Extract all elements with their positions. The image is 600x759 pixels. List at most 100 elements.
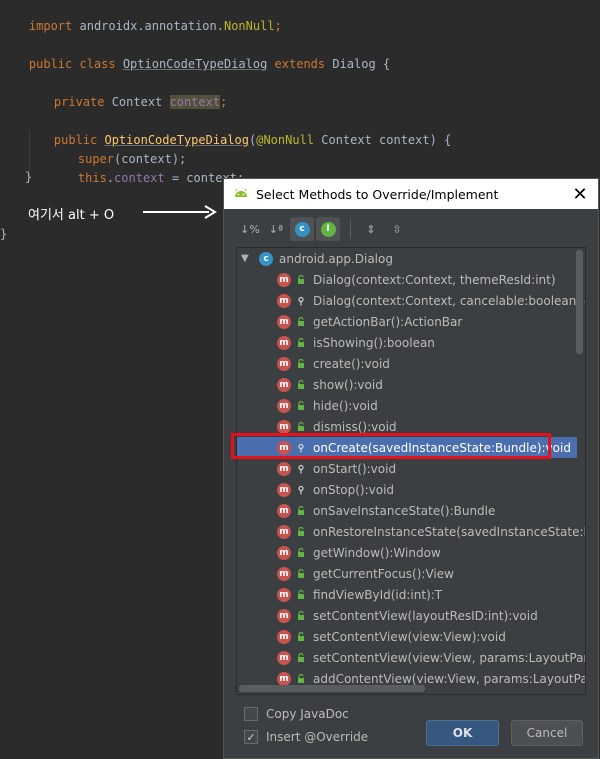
method-row[interactable]: m setContentView(layoutResID:int):void bbox=[237, 605, 577, 626]
insert-override-checkbox[interactable]: ✓ bbox=[244, 730, 258, 744]
keyword-private: private bbox=[53, 95, 112, 109]
method-label: setContentView(view:View):void bbox=[313, 629, 506, 644]
method-row[interactable]: m Dialog(context:Context, themeResId:int) bbox=[237, 269, 577, 290]
protected-visibility-icon bbox=[295, 463, 307, 475]
method-icon: m bbox=[277, 671, 291, 686]
field-context: context bbox=[169, 95, 221, 109]
public-visibility-icon bbox=[295, 421, 307, 433]
collapse-all-icon[interactable]: ⇳ bbox=[385, 217, 409, 241]
method-icon: m bbox=[277, 545, 291, 560]
method-icon: m bbox=[277, 314, 291, 329]
method-row[interactable]: m setContentView(view:View, params:Layout… bbox=[237, 647, 585, 668]
public-visibility-icon bbox=[295, 673, 307, 685]
method-label: onSaveInstanceState():Bundle bbox=[313, 503, 496, 518]
public-visibility-icon bbox=[295, 568, 307, 580]
method-row[interactable]: m Dialog(context:Context, cancelable:bool… bbox=[237, 290, 585, 311]
select-methods-dialog: Select Methods to Override/Implement ✕ ↓… bbox=[223, 178, 599, 759]
method-icon: m bbox=[277, 608, 291, 623]
method-icon: m bbox=[277, 293, 291, 308]
method-row[interactable]: m getActionBar():ActionBar bbox=[237, 311, 577, 332]
show-classes-icon[interactable]: c bbox=[290, 217, 314, 241]
method-icon: m bbox=[277, 482, 291, 497]
method-row[interactable]: m onStop():void bbox=[237, 479, 577, 500]
method-label: isShowing():boolean bbox=[313, 335, 435, 350]
method-icon: m bbox=[277, 629, 291, 644]
method-label: onStart():void bbox=[313, 461, 397, 476]
public-visibility-icon bbox=[295, 652, 307, 664]
method-label: setContentView(layoutResID:int):void bbox=[313, 608, 538, 623]
vertical-scrollbar[interactable] bbox=[576, 250, 583, 354]
method-label: addContentView(view:View, params:LayoutP… bbox=[313, 671, 586, 686]
dialog-titlebar[interactable]: Select Methods to Override/Implement ✕ bbox=[224, 179, 598, 209]
toolbar-separator bbox=[350, 219, 351, 239]
close-brace-class: } bbox=[0, 227, 8, 241]
method-label: getWindow():Window bbox=[313, 545, 441, 560]
type-context: Context bbox=[111, 95, 170, 109]
protected-visibility-icon bbox=[295, 484, 307, 496]
method-icon: m bbox=[277, 419, 291, 434]
method-row[interactable]: m show():void bbox=[237, 374, 577, 395]
show-interfaces-icon[interactable]: I bbox=[316, 217, 340, 241]
method-label: hide():void bbox=[313, 398, 378, 413]
semicolon: ; bbox=[220, 95, 228, 109]
keyword-public-class: public class bbox=[28, 57, 123, 71]
method-label: onStop():void bbox=[313, 482, 395, 497]
public-visibility-icon bbox=[295, 610, 307, 622]
close-brace-constructor: } bbox=[25, 170, 33, 184]
tree-root-node[interactable]: ▼ c android.app.Dialog bbox=[237, 248, 577, 269]
method-row[interactable]: m getCurrentFocus():View bbox=[237, 563, 577, 584]
close-icon[interactable]: ✕ bbox=[570, 184, 590, 205]
code-line-constructor: public OptionCodeTypeDialog(@NonNull Con… bbox=[25, 110, 451, 147]
method-row[interactable]: m onStart():void bbox=[237, 458, 577, 479]
copy-javadoc-checkbox[interactable] bbox=[244, 707, 258, 721]
expand-arrow-icon[interactable]: ▼ bbox=[241, 253, 253, 264]
expand-all-icon[interactable]: ⇕ bbox=[359, 217, 383, 241]
field-ref-context: context bbox=[114, 171, 165, 185]
method-row[interactable]: m create():void bbox=[237, 353, 577, 374]
arrow-right-icon bbox=[143, 205, 217, 219]
keyword-import: import bbox=[28, 19, 73, 33]
public-visibility-icon bbox=[295, 379, 307, 391]
root-label: android.app.Dialog bbox=[279, 251, 393, 266]
method-icon: m bbox=[277, 356, 291, 371]
sort-by-visibility-icon[interactable]: ↓% bbox=[238, 217, 262, 241]
protected-visibility-icon bbox=[295, 295, 307, 307]
dot: . bbox=[106, 171, 115, 185]
dialog-toolbar: ↓% ↓ª c I ⇕ ⇳ bbox=[224, 209, 598, 249]
public-visibility-icon bbox=[295, 400, 307, 412]
superclass-name: Dialog { bbox=[332, 57, 391, 71]
method-icon: m bbox=[277, 377, 291, 392]
method-row[interactable]: m isShowing():boolean bbox=[237, 332, 577, 353]
method-icon: m bbox=[277, 650, 291, 665]
method-row[interactable]: m onRestoreInstanceState(savedInstanceSta… bbox=[237, 521, 585, 542]
public-visibility-icon bbox=[295, 631, 307, 643]
copy-javadoc-option[interactable]: Copy JavaDoc bbox=[244, 703, 368, 725]
method-row[interactable]: m findViewById(id:int):T bbox=[237, 584, 577, 605]
public-visibility-icon bbox=[295, 526, 307, 538]
public-visibility-icon bbox=[295, 274, 307, 286]
method-label: Dialog(context:Context, themeResId:int) bbox=[313, 272, 556, 287]
annotation-nonnull: @NonNull bbox=[256, 133, 315, 147]
dialog-options: Copy JavaDoc ✓ Insert @Override bbox=[244, 703, 368, 749]
ok-button[interactable]: OK bbox=[426, 720, 499, 746]
method-row[interactable]: m onSaveInstanceState():Bundle bbox=[237, 500, 577, 521]
method-row[interactable]: m hide():void bbox=[237, 395, 577, 416]
public-visibility-icon bbox=[295, 547, 307, 559]
method-row[interactable]: m getWindow():Window bbox=[237, 542, 577, 563]
method-icon: m bbox=[277, 566, 291, 581]
selection-highlight-box bbox=[231, 433, 551, 459]
public-visibility-icon bbox=[295, 316, 307, 328]
cancel-button[interactable]: Cancel bbox=[511, 720, 583, 746]
methods-tree[interactable]: ▼ c android.app.Dialog m Dialog(context:C… bbox=[236, 247, 586, 695]
semicolon: ; bbox=[274, 19, 282, 33]
public-visibility-icon bbox=[295, 358, 307, 370]
public-visibility-icon bbox=[295, 505, 307, 517]
method-row[interactable]: m setContentView(view:View):void bbox=[237, 626, 577, 647]
method-label: setContentView(view:View, params:LayoutP… bbox=[313, 650, 586, 665]
insert-override-option[interactable]: ✓ Insert @Override bbox=[244, 726, 368, 748]
horizontal-scrollbar[interactable] bbox=[239, 685, 425, 692]
method-label: getCurrentFocus():View bbox=[313, 566, 454, 581]
annotation-note: 여기서 alt + O bbox=[28, 208, 115, 223]
import-path: androidx.annotation. bbox=[72, 19, 224, 33]
sort-alphabetically-icon[interactable]: ↓ª bbox=[264, 217, 288, 241]
